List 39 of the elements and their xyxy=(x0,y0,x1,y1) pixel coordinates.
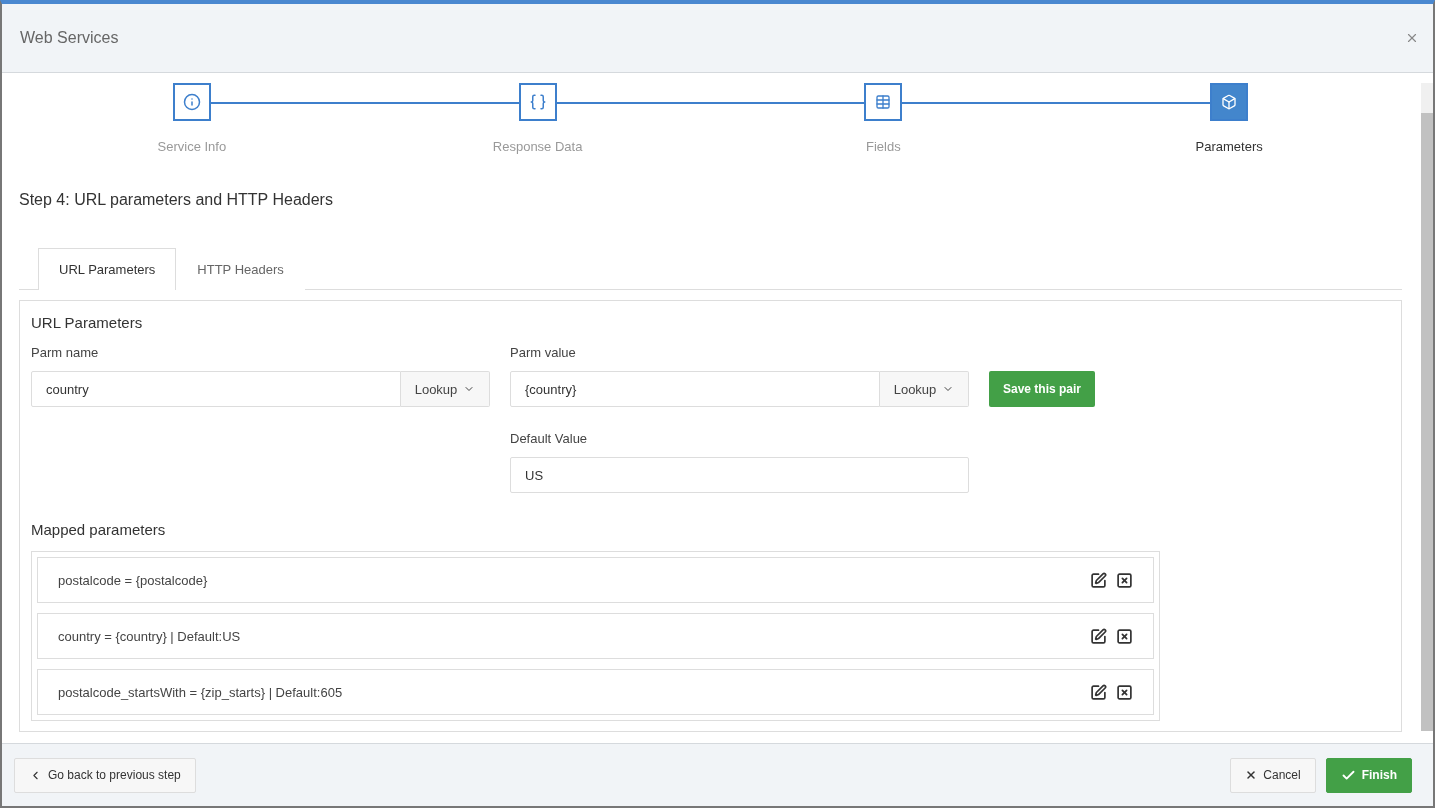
tab[interactable]: URL Parameters xyxy=(38,248,177,290)
step-label: Response Data xyxy=(492,139,583,154)
default-value-field[interactable]: US xyxy=(510,457,969,493)
parm-value-field[interactable]: {country} xyxy=(510,371,880,407)
back-button[interactable]: Go back to previous step xyxy=(14,757,196,793)
window-title: Web Services xyxy=(20,29,119,47)
braces-icon xyxy=(528,93,547,111)
info-icon xyxy=(182,93,201,111)
close-button[interactable] xyxy=(1405,31,1419,45)
cube-icon xyxy=(1221,94,1238,110)
step-heading: Step 4: URL parameters and HTTP Headers xyxy=(19,191,334,209)
panel-title: URL Parameters xyxy=(31,314,144,331)
field-label: Default Value xyxy=(510,431,589,446)
lookup-dropdown[interactable]: Lookup xyxy=(880,371,969,407)
mapping-text: postalcode_startsWith = {zip_starts} | Default:605 xyxy=(58,684,343,700)
table-icon xyxy=(875,94,892,110)
parm-name-field[interactable]: country xyxy=(31,371,401,407)
step-label: Service Info xyxy=(157,139,227,154)
scrollbar[interactable] xyxy=(1421,83,1433,731)
step-marker[interactable] xyxy=(1210,83,1249,121)
step-label: Fields xyxy=(866,139,901,154)
section-title: Mapped parameters xyxy=(31,521,167,538)
step-marker[interactable] xyxy=(172,83,211,121)
edit-icon[interactable] xyxy=(1090,683,1107,701)
lookup-dropdown[interactable]: Lookup xyxy=(401,371,490,407)
delete-icon[interactable] xyxy=(1116,571,1133,589)
step-marker[interactable] xyxy=(518,83,557,121)
close-icon xyxy=(1245,769,1258,781)
edit-icon[interactable] xyxy=(1090,627,1107,645)
delete-icon[interactable] xyxy=(1116,683,1133,701)
mapping-text: postalcode = {postalcode} xyxy=(58,572,208,588)
cancel-button[interactable]: Cancel xyxy=(1230,757,1316,793)
field-label: Parm value xyxy=(510,345,577,360)
mapping-text: country = {country} | Default:US xyxy=(58,628,241,644)
step-marker[interactable] xyxy=(864,83,903,121)
field-label: Parm name xyxy=(31,345,100,360)
edit-icon[interactable] xyxy=(1090,571,1107,589)
delete-icon[interactable] xyxy=(1116,627,1133,645)
step-label: Parameters xyxy=(1195,139,1263,154)
